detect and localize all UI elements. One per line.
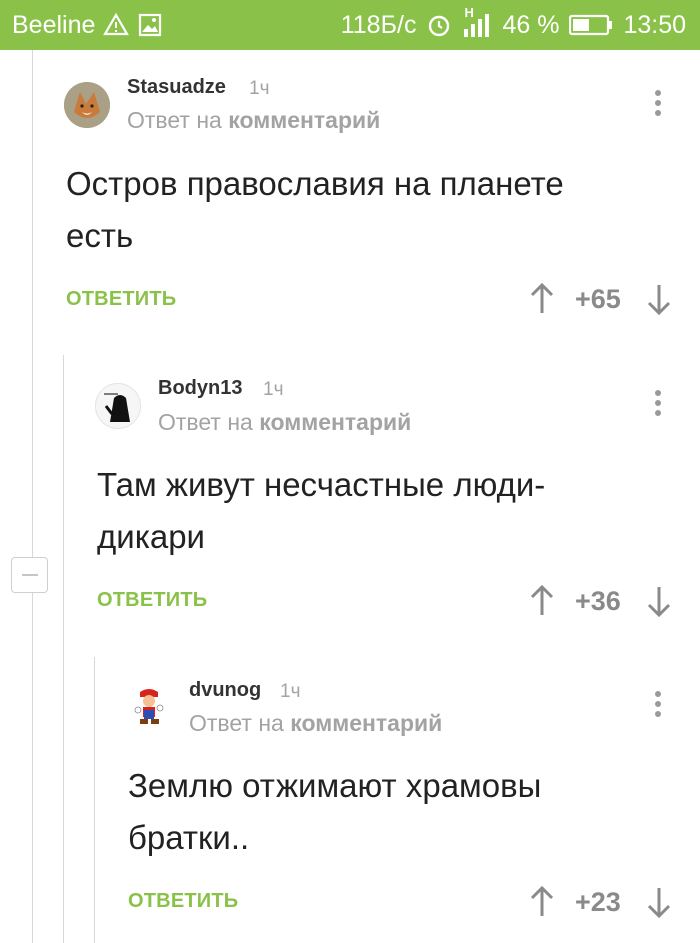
downvote-arrow-icon[interactable]: [646, 584, 672, 618]
more-options-icon[interactable]: [654, 390, 662, 420]
collapse-thread-button[interactable]: [11, 557, 48, 593]
comment-author[interactable]: Stasuadze: [127, 76, 226, 99]
comment-author[interactable]: dvunog: [189, 679, 261, 702]
fox-avatar-icon: [64, 82, 110, 128]
reply-to-link[interactable]: комментарий: [259, 409, 411, 435]
comment-author[interactable]: Bodyn13: [158, 377, 242, 400]
dark-figure-avatar-icon: [96, 384, 140, 428]
battery-icon: [569, 14, 613, 36]
reply-to-prefix: Ответ на: [127, 107, 222, 133]
mario-avatar-icon: [126, 684, 172, 730]
reply-to-line: Ответ на комментарий: [127, 107, 380, 134]
reply-button[interactable]: ОТВЕТИТЬ: [128, 890, 238, 913]
comment-text: Там живут несчастные люди-дикари: [97, 466, 546, 555]
avatar[interactable]: [126, 684, 172, 730]
warning-icon: [103, 12, 130, 36]
clock: 13:50: [623, 11, 686, 39]
carrier-label: Beeline: [12, 11, 96, 39]
downvote-arrow-icon[interactable]: [646, 885, 672, 919]
reply-to-line: Ответ на комментарий: [158, 409, 411, 436]
rating-value: +23: [575, 887, 621, 917]
reply-button[interactable]: ОТВЕТИТЬ: [66, 288, 176, 311]
reply-to-link[interactable]: комментарий: [290, 710, 442, 736]
more-options-icon[interactable]: [654, 90, 662, 120]
avatar[interactable]: [95, 383, 141, 429]
more-options-icon[interactable]: [654, 691, 662, 721]
reply-to-prefix: Ответ на: [189, 710, 284, 736]
battery-percent: 46 %: [502, 11, 560, 39]
comment-time: 1ч: [263, 379, 284, 400]
upvote-arrow-icon[interactable]: [529, 885, 555, 919]
upvote-arrow-icon[interactable]: [529, 584, 555, 618]
comment-time: 1ч: [249, 78, 270, 99]
comment-text: Остров православия на планете есть: [66, 165, 564, 254]
downvote-arrow-icon[interactable]: [646, 282, 672, 316]
alarm-clock-icon: [429, 15, 450, 37]
signal-icon: H: [462, 5, 492, 39]
network-speed: 118Б/с: [340, 11, 417, 39]
reply-to-prefix: Ответ на: [158, 409, 253, 435]
reply-to-line: Ответ на комментарий: [189, 710, 442, 737]
upvote-arrow-icon[interactable]: [529, 282, 555, 316]
reply-to-link[interactable]: комментарий: [228, 107, 380, 133]
rating-value: +36: [575, 586, 621, 616]
thread-line-level-1: [32, 50, 33, 943]
comment-time: 1ч: [280, 681, 301, 702]
image-icon: [139, 13, 162, 37]
comment-text: Землю отжимают храмовы братки..: [128, 767, 542, 856]
rating-value: +65: [575, 284, 621, 314]
reply-button[interactable]: ОТВЕТИТЬ: [97, 589, 207, 612]
avatar[interactable]: [64, 82, 110, 128]
thread-line-level-3: [94, 657, 95, 943]
status-bar: Beeline 118Б/с H 46 % 13:50: [0, 0, 700, 50]
thread-line-level-2: [63, 355, 64, 943]
